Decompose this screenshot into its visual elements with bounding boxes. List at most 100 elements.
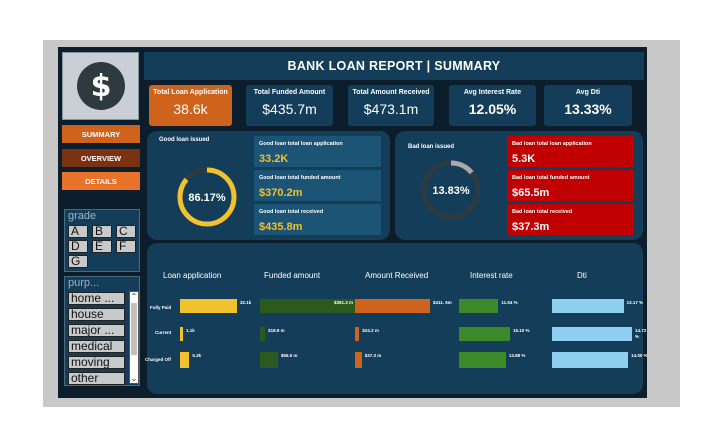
kpi-value: 13.33%	[564, 101, 612, 117]
scroll-up-icon[interactable]: ⌃	[130, 292, 138, 301]
grade-option-b[interactable]: B	[92, 225, 112, 238]
kpi-value: 12.05%	[468, 101, 517, 117]
card-value: 5.3K	[512, 153, 536, 165]
good-loan-application-card: Good loan total loan application 33.2K	[254, 136, 381, 167]
amount-received-bar	[355, 299, 430, 313]
amount-received-value-label: $37.3 m	[364, 353, 382, 358]
amount-received-value-label: $411. 6m	[433, 300, 452, 305]
card-label: Good loan total funded amount	[259, 175, 341, 181]
interest-rate-value-label: 13.88 %	[508, 353, 526, 358]
loan-status-panel	[147, 243, 643, 394]
good-loan-percent: 86.17%	[188, 192, 226, 204]
grade-option-d[interactable]: D	[68, 240, 88, 253]
report-title: BANK LOAN REPORT | SUMMARY	[144, 52, 644, 80]
card-label: Bad loan total funded amount	[512, 175, 590, 181]
amount-received-value-label: $24.2 m	[362, 328, 379, 333]
slicer-title: grade	[68, 210, 97, 222]
bad-loan-panel: Bad loan issued 13.83% Bad loan total lo…	[395, 131, 643, 240]
interest-rate-value-label: 15.10 %	[513, 328, 530, 333]
loan-application-value-label: 5.3k	[192, 353, 202, 358]
bad-loan-application-card: Bad loan total loan application 5.3K	[507, 136, 634, 167]
dti-bar	[552, 299, 624, 313]
good-loan-funded-card: Good loan total funded amount $370.2m	[254, 170, 381, 201]
slicer-scrollbar[interactable]: ⌃ ⌄	[129, 291, 139, 384]
slicer-title: purp...	[68, 277, 100, 289]
purpose-option-major[interactable]: major ...	[68, 324, 125, 337]
kpi-total-funded-amount[interactable]: Total Funded Amount $435.7m	[246, 85, 333, 126]
loan-application-value-label: 1.1k	[186, 328, 195, 333]
funded-amount-value-label: $18.9 m	[268, 328, 285, 333]
card-label: Bad loan total loan application	[512, 141, 592, 147]
dti-value-label: 14.00 %	[631, 353, 647, 358]
purpose-option-other[interactable]: other	[68, 372, 125, 385]
col-head-amount-received: Amount Received	[365, 271, 429, 280]
kpi-label: Avg Dti	[575, 89, 601, 96]
card-value: $65.5m	[512, 187, 550, 199]
interest-rate-value-label: 11.64 %	[501, 300, 518, 305]
kpi-label: Total Loan Application	[153, 89, 228, 96]
card-label: Good loan total received	[259, 209, 324, 215]
interest-rate-bar	[459, 299, 499, 313]
logo-tile: $	[62, 52, 139, 120]
amount-received-bar	[355, 327, 360, 341]
purpose-option-house[interactable]: house	[68, 308, 125, 321]
row-label-charged-off: Charged Off	[145, 357, 172, 362]
kpi-avg-interest-rate[interactable]: Avg Interest Rate 12.05%	[449, 85, 536, 126]
kpi-value: $435.7m	[262, 101, 317, 117]
scrollbar-thumb[interactable]	[131, 303, 137, 355]
bad-loan-percent: 13.83%	[432, 185, 470, 197]
kpi-total-amount-received[interactable]: Total Amount Received $473.1m	[348, 85, 434, 126]
dollar-coin-icon: $	[76, 62, 125, 110]
kpi-avg-dti[interactable]: Avg Dti 13.33%	[544, 85, 632, 126]
kpi-label: Total Funded Amount	[253, 89, 326, 96]
card-value: 33.2K	[259, 153, 289, 165]
nav-summary-button[interactable]: SUMMARY	[62, 125, 140, 143]
bad-loan-donut: 13.83%	[421, 160, 481, 220]
loan-application-bar	[180, 352, 190, 368]
dashboard: $ BANK LOAN REPORT | SUMMARY Total Loan …	[58, 47, 647, 398]
grade-option-f[interactable]: F	[116, 240, 136, 253]
col-head-dti: Dti	[577, 271, 587, 280]
loan-application-bar	[180, 327, 183, 341]
col-head-funded-amount: Funded amount	[264, 271, 321, 280]
purpose-option-medical[interactable]: medical	[68, 340, 125, 353]
funded-amount-bar	[260, 327, 266, 341]
grade-option-c[interactable]: C	[116, 225, 136, 238]
good-loan-donut: 86.17%	[177, 167, 237, 227]
nav-details-button[interactable]: DETAILS	[62, 172, 140, 190]
interest-rate-bar	[459, 327, 510, 341]
dti-value-label: 14.72 %	[635, 328, 647, 339]
dti-bar	[552, 352, 629, 368]
kpi-total-loan-application[interactable]: Total Loan Application 38.6k	[149, 85, 232, 126]
kpi-label: Avg Interest Rate	[463, 89, 522, 96]
loan-application-bar	[180, 299, 237, 313]
purpose-option-home[interactable]: home ...	[68, 292, 125, 305]
card-label: Bad loan total received	[512, 209, 573, 215]
nav-overview-button[interactable]: OVERVIEW	[62, 149, 140, 167]
funded-amount-bar	[260, 352, 278, 368]
kpi-value: $473.1m	[363, 101, 419, 117]
good-loan-title: Good loan issued	[159, 137, 210, 143]
purpose-option-moving[interactable]: moving	[68, 356, 125, 369]
bad-loan-title: Bad loan issued	[408, 144, 455, 150]
bad-loan-received-card: Bad loan total received $37.3m	[507, 204, 634, 235]
kpi-value: 38.6k	[173, 101, 208, 117]
amount-received-bar	[355, 352, 362, 368]
funded-amount-value-label: $351.3 m	[334, 300, 354, 305]
dti-value-label: 13.17 %	[626, 300, 644, 305]
card-value: $370.2m	[259, 187, 303, 199]
loan-application-value-label: 32.1k	[240, 300, 252, 305]
grade-option-a[interactable]: A	[68, 225, 88, 238]
row-label-fully-paid: Fully Paid	[150, 305, 172, 310]
card-label: Good loan total loan application	[259, 141, 343, 147]
bad-loan-funded-card: Bad loan total funded amount $65.5m	[507, 170, 634, 201]
kpi-label: Total Amount Received	[352, 89, 430, 96]
grade-slicer: grade A B C D E F G	[64, 209, 140, 272]
scroll-down-icon[interactable]: ⌄	[130, 374, 138, 383]
row-label-current: Current	[155, 330, 172, 335]
grade-option-e[interactable]: E	[92, 240, 112, 253]
interest-rate-bar	[459, 352, 506, 368]
grade-option-g[interactable]: G	[68, 255, 88, 268]
funded-amount-value-label: $65.5 m	[280, 353, 298, 358]
card-value: $37.3m	[512, 221, 550, 233]
